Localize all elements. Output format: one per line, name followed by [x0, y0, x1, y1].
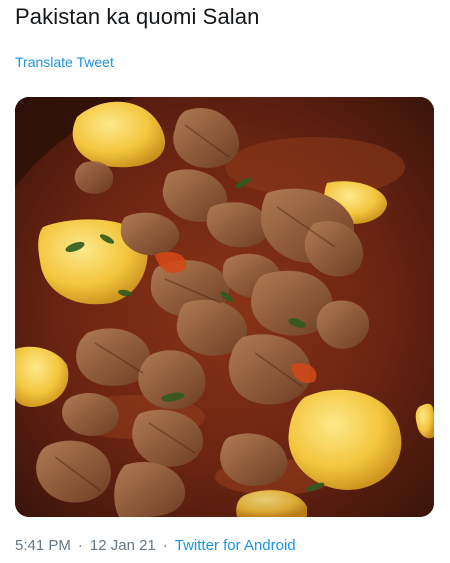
tweet-photo[interactable]	[15, 97, 434, 517]
meta-separator: ·	[77, 537, 83, 554]
translate-tweet-link[interactable]: Translate Tweet	[15, 54, 114, 70]
meat-piece	[74, 161, 114, 194]
tweet-text: Pakistan ka quomi Salan	[15, 4, 260, 29]
curry-dish-image	[15, 97, 434, 517]
tweet-time[interactable]: 5:41 PM	[15, 537, 71, 554]
tweet-source-link[interactable]: Twitter for Android	[175, 537, 296, 554]
tweet-date[interactable]: 12 Jan 21	[90, 537, 156, 554]
meta-separator: ·	[162, 537, 168, 554]
tweet-meta: 5:41 PM · 12 Jan 21 · Twitter for Android	[15, 537, 296, 554]
